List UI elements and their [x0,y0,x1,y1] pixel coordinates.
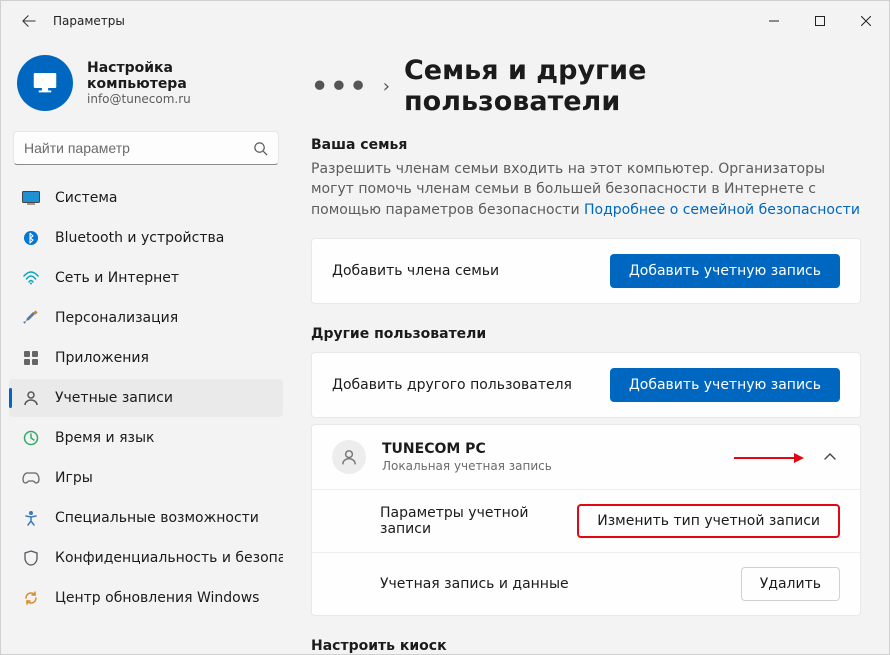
maximize-button[interactable] [797,1,843,41]
update-icon [21,588,41,608]
page-title: Семья и другие пользователи [404,55,861,117]
window-title: Параметры [49,14,125,28]
add-family-account-button[interactable]: Добавить учетную запись [610,254,840,288]
nav-time[interactable]: Время и язык [9,419,283,457]
window-controls [751,1,889,41]
chevron-right-icon: › [383,76,390,97]
kiosk-heading: Настроить киоск [311,638,861,654]
bluetooth-icon [21,228,41,248]
nav-label: Приложения [55,350,149,366]
system-icon [21,188,41,208]
breadcrumb-more[interactable]: ••• [311,71,369,102]
nav-accounts[interactable]: Учетные записи [9,379,283,417]
privacy-icon [21,548,41,568]
nav-accessibility[interactable]: Специальные возможности [9,499,283,537]
nav-label: Конфиденциальность и безопасность [55,550,283,566]
user-card: TUNECOM PC Локальная учетная запись Пара… [311,424,861,616]
nav-apps[interactable]: Приложения [9,339,283,377]
maximize-icon [815,16,825,26]
add-family-label: Добавить члена семьи [332,263,610,279]
account-data-row: Учетная запись и данные Удалить [312,552,860,615]
add-other-label: Добавить другого пользователя [332,377,610,393]
delete-account-button[interactable]: Удалить [741,567,840,601]
apps-icon [21,348,41,368]
network-icon [21,268,41,288]
back-button[interactable] [9,1,49,41]
nav-label: Учетные записи [55,390,173,406]
nav-update[interactable]: Центр обновления Windows [9,579,283,617]
nav-label: Центр обновления Windows [55,590,259,606]
sidebar: Настройка компьютера info@tunecom.ru Сис… [1,41,291,654]
profile-name: Настройка компьютера [87,60,275,92]
titlebar: Параметры [1,1,889,41]
search-icon [253,141,268,156]
gaming-icon [21,468,41,488]
profile-text: Настройка компьютера info@tunecom.ru [87,60,275,106]
nav-label: Сеть и Интернет [55,270,179,286]
avatar [17,55,73,111]
account-data-label: Учетная запись и данные [380,576,741,592]
search-box[interactable] [13,131,279,165]
accounts-icon [21,388,41,408]
close-icon [861,16,871,26]
nav-gaming[interactable]: Игры [9,459,283,497]
others-heading: Другие пользователи [311,326,861,342]
nav-personalization[interactable]: Персонализация [9,299,283,337]
nav-label: Время и язык [55,430,154,446]
minimize-icon [769,16,779,26]
change-account-type-button[interactable]: Изменить тип учетной записи [577,504,840,538]
user-header-row[interactable]: TUNECOM PC Локальная учетная запись [312,425,860,489]
family-safety-link[interactable]: Подробнее о семейной безопасности [584,202,860,218]
family-description: Разрешить членам семьи входить на этот к… [311,159,861,220]
nav-list: Система Bluetooth и устройства Сеть и Ин… [9,179,283,617]
nav-system[interactable]: Система [9,179,283,217]
search-input[interactable] [24,140,253,156]
breadcrumb: ••• › Семья и другие пользователи [311,55,861,117]
user-avatar-icon [332,440,366,474]
nav-privacy[interactable]: Конфиденциальность и безопасность [9,539,283,577]
arrow-left-icon [22,14,36,28]
add-other-card: Добавить другого пользователя Добавить у… [311,352,861,418]
account-params-label: Параметры учетной записи [380,505,577,537]
nav-label: Персонализация [55,310,178,326]
minimize-button[interactable] [751,1,797,41]
time-icon [21,428,41,448]
accessibility-icon [21,508,41,528]
content-area: Настройка компьютера info@tunecom.ru Сис… [1,41,889,654]
user-name: TUNECOM PC [382,441,734,457]
nav-bluetooth[interactable]: Bluetooth и устройства [9,219,283,257]
main-panel: ••• › Семья и другие пользователи Ваша с… [291,41,889,654]
add-other-account-button[interactable]: Добавить учетную запись [610,368,840,402]
nav-label: Специальные возможности [55,510,259,526]
personalization-icon [21,308,41,328]
settings-window: Параметры [0,0,890,655]
family-heading: Ваша семья [311,137,861,153]
monitor-icon [30,68,60,98]
add-family-card: Добавить члена семьи Добавить учетную за… [311,238,861,304]
profile-block[interactable]: Настройка компьютера info@tunecom.ru [9,45,283,125]
nav-label: Игры [55,470,93,486]
chevron-up-icon [824,453,836,461]
nav-network[interactable]: Сеть и Интернет [9,259,283,297]
profile-email: info@tunecom.ru [87,92,275,106]
close-button[interactable] [843,1,889,41]
nav-label: Bluetooth и устройства [55,230,224,246]
collapse-toggle[interactable] [820,447,840,467]
nav-label: Система [55,190,117,206]
user-type: Локальная учетная запись [382,459,734,473]
account-params-row: Параметры учетной записи Изменить тип уч… [312,489,860,552]
annotation-arrow [734,452,804,462]
